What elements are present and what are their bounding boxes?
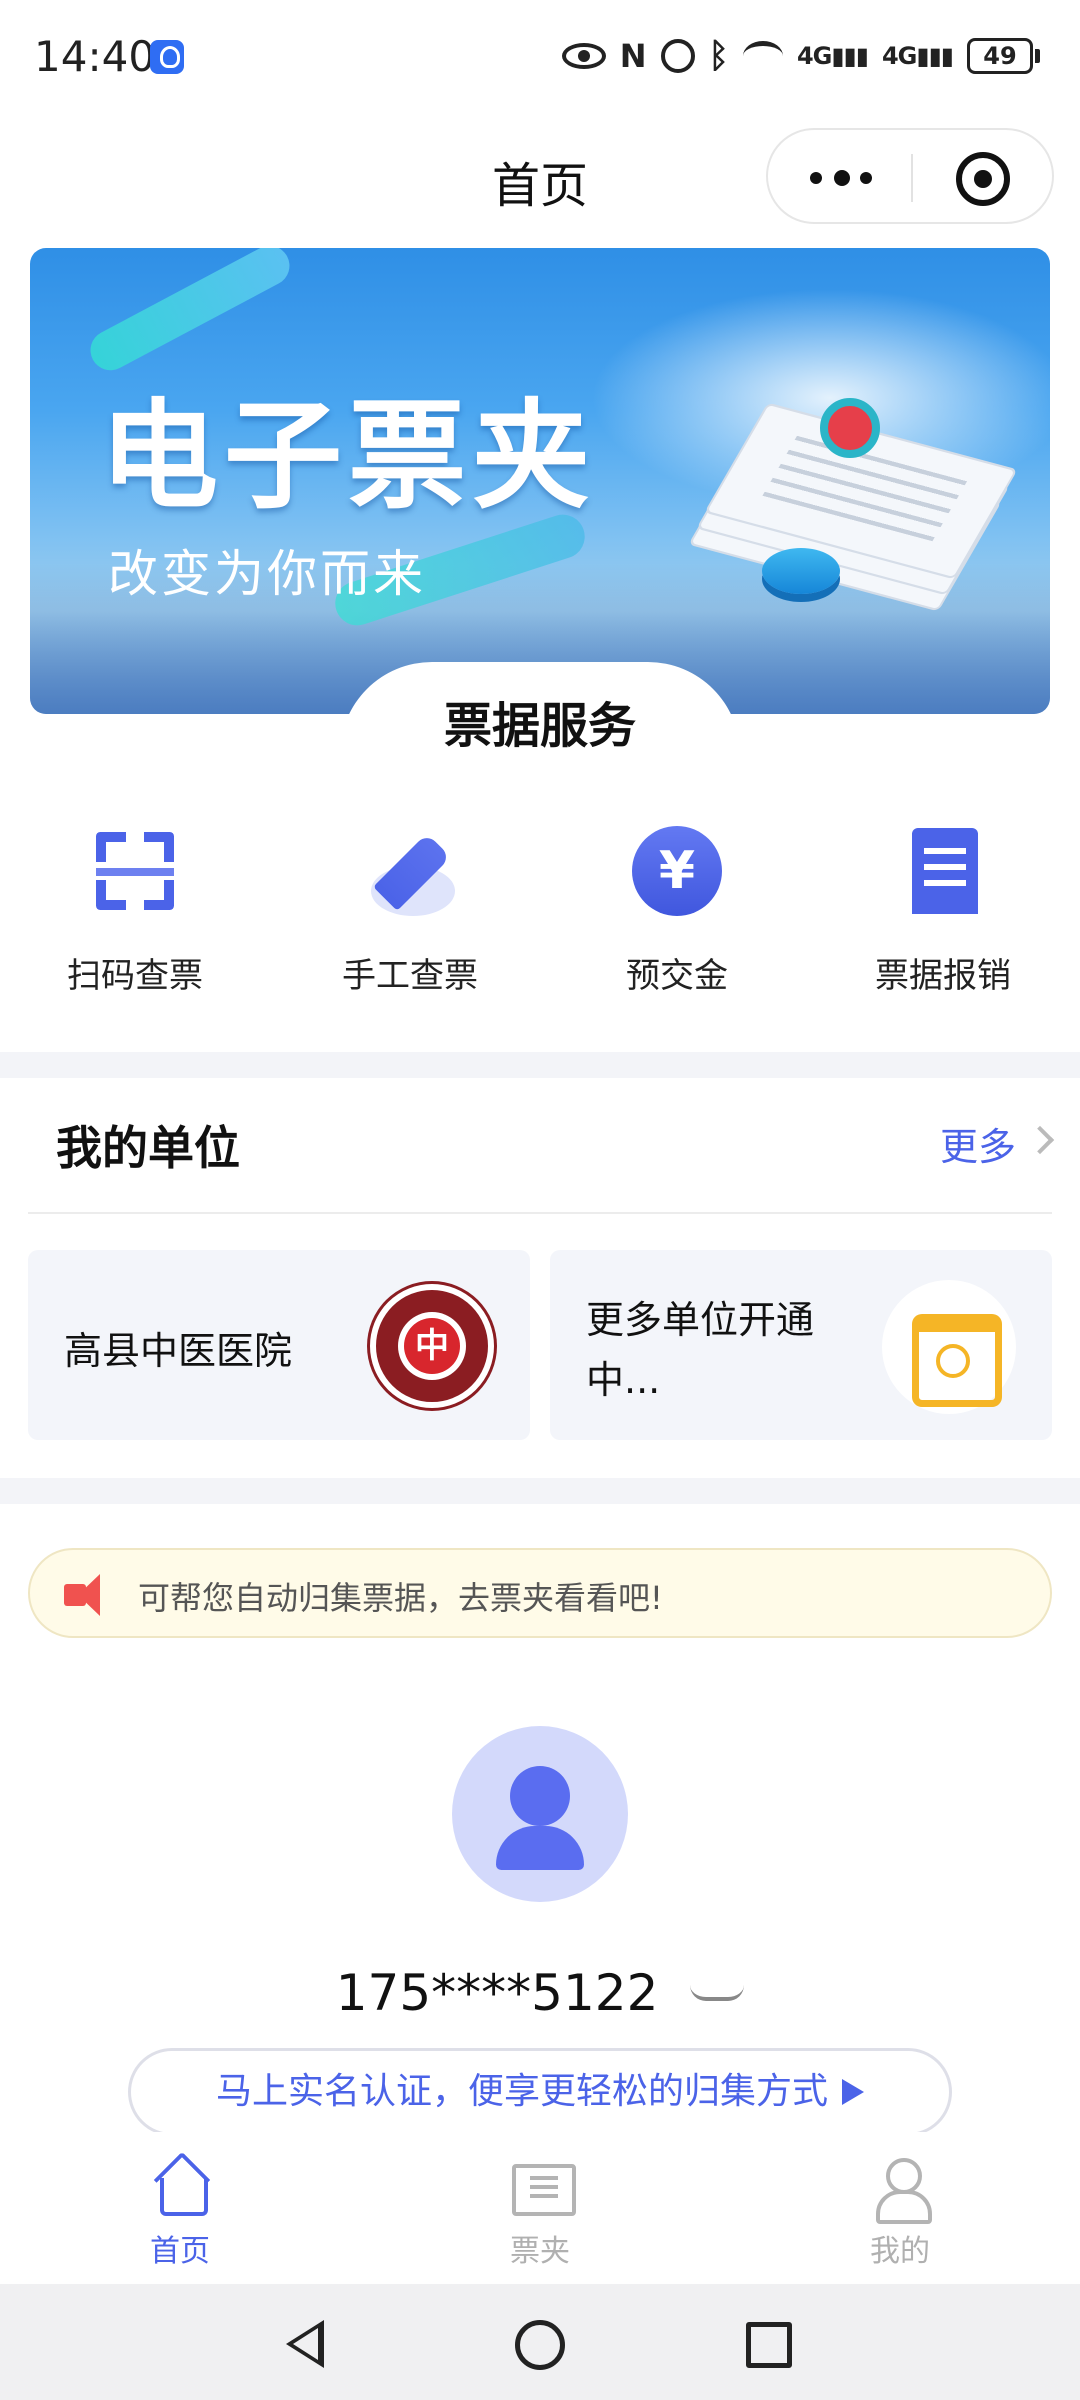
my-units-title: 我的单位: [56, 1121, 240, 1175]
service-scan-ticket[interactable]: 扫码查票: [0, 810, 270, 1010]
banner-subtitle: 改变为你而来: [108, 545, 426, 603]
coin-icon: [762, 548, 840, 594]
eye-closed-icon[interactable]: [690, 1985, 745, 2001]
service-manual-query[interactable]: 手工查票: [275, 810, 545, 1010]
eye-comfort-icon: [561, 43, 606, 69]
services-section-title: 票据服务: [340, 662, 740, 754]
calendar-icon: [882, 1280, 1016, 1414]
ticket-folder-icon: [510, 2156, 576, 2216]
capsule-divider: [911, 154, 913, 202]
unit-name: 高县中医医院: [64, 1329, 293, 1373]
tab-label: 首页: [150, 2234, 210, 2269]
signal-icon-1: 4G▮▮▮: [796, 42, 869, 70]
notice-banner[interactable]: 可帮您自动归集票据，去票夹看看吧!: [28, 1548, 1052, 1638]
units-more-link[interactable]: 更多: [940, 1116, 1016, 1171]
title-bar: 首页: [0, 118, 1080, 238]
divider: [28, 1212, 1052, 1214]
banner[interactable]: 电子票夹 改变为你而来: [30, 248, 1050, 714]
qr-scan-icon: [90, 826, 180, 916]
more-options-icon[interactable]: [806, 168, 876, 188]
user-icon: [870, 2156, 932, 2224]
tab-ticket-folder[interactable]: 票夹: [440, 2156, 640, 2276]
realname-auth-button[interactable]: 马上实名认证，便享更轻松的归集方式: [128, 2048, 952, 2136]
speaker-icon: [64, 1572, 114, 1618]
system-navigation-bar: [0, 2284, 1080, 2400]
realname-auth-label: 马上实名认证，便享更轻松的归集方式: [215, 2071, 828, 2112]
back-icon[interactable]: [286, 2320, 324, 2368]
alarm-icon: [660, 39, 695, 73]
status-icons: N ᛒ 4G▮▮▮ 4G▮▮▮ 49: [561, 36, 1040, 76]
recent-apps-icon[interactable]: [746, 2322, 792, 2368]
wifi-icon: [742, 41, 783, 71]
chevron-right-icon[interactable]: [1025, 1125, 1055, 1155]
unit-card-hospital[interactable]: 高县中医医院: [28, 1250, 530, 1440]
service-label: 手工查票: [342, 956, 478, 996]
close-miniprogram-icon[interactable]: [956, 152, 1010, 206]
play-arrow-icon: [842, 2079, 864, 2105]
service-label: 预交金: [626, 956, 728, 996]
status-time: 14:40: [34, 32, 156, 81]
home-icon: [150, 2156, 210, 2216]
yen-icon: ¥: [632, 826, 722, 916]
unit-card-more[interactable]: 更多单位开通中...: [550, 1250, 1052, 1440]
notification-bulb-icon: [150, 40, 184, 74]
avatar[interactable]: [452, 1726, 628, 1902]
receipt-icon: [898, 826, 988, 916]
unit-name: 更多单位开通中...: [586, 1298, 815, 1402]
bluetooth-icon: ᛒ: [708, 36, 729, 76]
battery-level: 49: [967, 38, 1033, 74]
hospital-logo: [370, 1284, 494, 1408]
service-reimbursement[interactable]: 票据报销: [808, 810, 1078, 1010]
banner-title: 电子票夹: [100, 387, 597, 525]
seal-icon: [820, 398, 880, 458]
battery-icon: 49: [967, 38, 1040, 74]
phone-row: 175****5122: [0, 1960, 1080, 2022]
services-grid: 扫码查票 手工查票 ¥ 预交金 票据报销: [0, 810, 1080, 1040]
my-units-header: 我的单位 更多: [0, 1078, 1080, 1212]
status-bar: 14:40 N ᛒ 4G▮▮▮ 4G▮▮▮ 49: [0, 0, 1080, 118]
signal-icon-2: 4G▮▮▮: [881, 42, 954, 70]
phone-number: 175****5122: [335, 1963, 659, 2022]
pen-icon: [365, 826, 455, 916]
miniprogram-capsule: [766, 128, 1054, 224]
tab-home[interactable]: 首页: [80, 2156, 280, 2276]
tab-label: 我的: [870, 2234, 930, 2269]
tab-mine[interactable]: 我的: [800, 2156, 1000, 2276]
nfc-icon: N: [619, 37, 647, 75]
section-divider: [0, 1052, 1080, 1078]
section-divider: [0, 1478, 1080, 1504]
tab-label: 票夹: [510, 2234, 570, 2269]
notice-text: 可帮您自动归集票据，去票夹看看吧!: [138, 1579, 663, 1617]
documents-illustration: [688, 398, 1018, 612]
service-label: 扫码查票: [67, 956, 203, 996]
service-label: 票据报销: [875, 956, 1011, 996]
service-prepayment[interactable]: ¥ 预交金: [542, 810, 812, 1010]
bottom-tab-bar: 首页 票夹 我的: [0, 2132, 1080, 2284]
home-circle-icon[interactable]: [515, 2320, 565, 2370]
